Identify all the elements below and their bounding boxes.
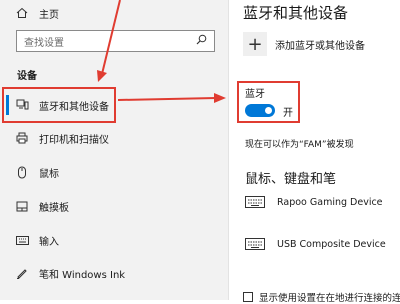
sidebar-item-label: 打印机和扫描仪 [39,134,109,146]
toggle-knob [265,107,272,114]
annotation-arrow-sidebar [97,0,121,82]
sidebar-item-label: 蓝牙和其他设备 [39,101,109,113]
section-title-mouse-keyboard-pen: 鼠标、键盘和笔 [245,172,337,187]
checkbox[interactable] [243,292,253,302]
touchpad-icon [15,199,29,213]
sidebar-item-label: 笔和 Windows Ink [39,269,126,281]
keyboard-icon [15,233,29,247]
plus-icon: + [243,32,267,56]
sidebar-item-pen[interactable]: 笔和 Windows Ink [0,260,228,286]
settings-sidebar: 主页 查找设置 设备 蓝牙和其他设备 打印机和扫描仪 鼠标 触摸板 输入 笔和 … [0,0,229,300]
toggle-state-label: 开 [283,108,293,119]
keyboard-icon [245,196,265,208]
discoverable-text: 现在可以作为“FAM”被发现 [245,140,354,150]
pen-icon [15,266,29,280]
sidebar-item-mouse[interactable]: 鼠标 [0,159,228,185]
main-content: 蓝牙和其他设备 + 添加蓝牙或其他设备 蓝牙 开 现在可以作为“FAM”被发现 … [229,0,400,304]
device-item[interactable]: USB Composite Device [245,238,386,250]
device-name: Rapoo Gaming Device [277,196,383,208]
home-icon [15,6,29,20]
mouse-icon [15,165,29,179]
cut-off-option[interactable]: 显示使用设置在在地进行连接的连接 [243,290,400,304]
bluetooth-label: 蓝牙 [245,89,265,100]
keyboard-icon [245,238,265,250]
printer-icon [15,131,29,145]
page-title: 蓝牙和其他设备 [243,4,349,22]
bluetooth-toggle[interactable] [245,104,275,117]
search-placeholder: 查找设置 [24,37,64,49]
annotation-arrow-main [118,93,226,103]
add-device-button[interactable]: + 添加蓝牙或其他设备 [243,32,365,56]
add-device-label: 添加蓝牙或其他设备 [275,40,365,52]
device-name: USB Composite Device [277,238,386,250]
search-icon[interactable] [196,34,207,48]
sidebar-item-label: 鼠标 [39,168,59,180]
sidebar-home-label: 主页 [39,9,59,21]
device-item[interactable]: Rapoo Gaming Device [245,196,383,208]
sidebar-item-printers[interactable]: 打印机和扫描仪 [0,125,228,151]
sidebar-item-touchpad[interactable]: 触摸板 [0,193,228,219]
section-label-devices: 设备 [17,71,37,82]
cut-off-text: 显示使用设置在在地进行连接的连接 [259,293,400,304]
sidebar-item-label: 触摸板 [39,202,69,214]
bluetooth-devices-icon [15,98,29,112]
sidebar-item-label: 输入 [39,236,59,248]
sidebar-item-input[interactable]: 输入 [0,227,228,253]
